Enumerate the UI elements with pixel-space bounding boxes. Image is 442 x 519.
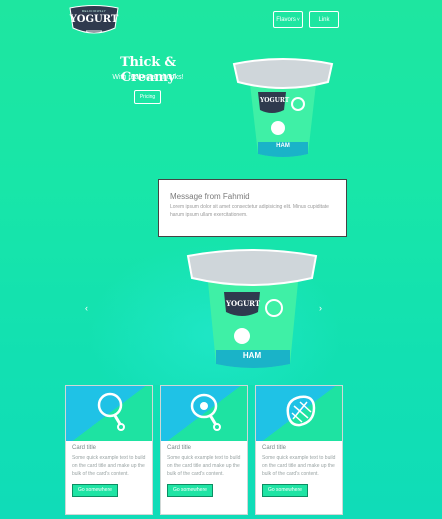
card-title: Card title xyxy=(167,445,192,451)
nav-flavors-label: Flavors xyxy=(276,16,296,23)
hero-yogurt-cup-image: YOGURT HAM xyxy=(228,54,338,160)
card-image xyxy=(66,386,152,441)
hero-cup-flavor: HAM xyxy=(276,143,290,149)
card-image xyxy=(161,386,247,441)
go-somewhere-button[interactable]: Go somewhere xyxy=(167,483,213,497)
carousel-yogurt-cup-image: YOGURT HAM xyxy=(182,242,322,372)
card-text: Some quick example text to build on the … xyxy=(262,455,336,477)
card-title: Card title xyxy=(262,445,287,451)
hero-subtitle: With real meat chunks! xyxy=(112,74,184,81)
pricing-button-label: Pricing xyxy=(139,94,156,100)
carousel-prev-button[interactable]: ‹ xyxy=(85,303,88,313)
brand-logo[interactable]: DELICIOUSLY YOGURT xyxy=(68,4,120,36)
card-drumstick: Card title Some quick example text to bu… xyxy=(65,385,153,515)
card-ham-leg: Card title Some quick example text to bu… xyxy=(160,385,248,515)
ham-leg-icon xyxy=(190,393,221,431)
card-image xyxy=(256,386,342,441)
card-text: Some quick example text to build on the … xyxy=(167,455,241,477)
nav-link[interactable]: Link xyxy=(309,11,339,28)
chevron-down-icon: ˅ xyxy=(296,16,300,23)
steak-icon xyxy=(286,395,316,427)
message-text: Lorem ipsum dolor sit amet consectetur a… xyxy=(170,204,329,218)
nav-link-label: Link xyxy=(318,16,330,23)
drumstick-icon xyxy=(97,392,125,431)
pricing-button[interactable]: Pricing xyxy=(134,90,161,104)
carousel-cup-flavor: HAM xyxy=(242,351,262,360)
go-somewhere-button[interactable]: Go somewhere xyxy=(262,483,308,497)
message-title: Message from Fahmid xyxy=(170,192,250,201)
card-text: Some quick example text to build on the … xyxy=(72,455,146,477)
message-card: Message from Fahmid Lorem ipsum dolor si… xyxy=(158,179,347,237)
logo-wordmark: YOGURT xyxy=(69,14,119,25)
logo-tagline: DELICIOUSLY xyxy=(81,9,107,13)
card-steak: Card title Some quick example text to bu… xyxy=(255,385,343,515)
nav-flavors-dropdown[interactable]: Flavors ˅ xyxy=(273,11,303,28)
card-title: Card title xyxy=(72,445,97,451)
hero-cup-brand: YOGURT xyxy=(260,97,290,104)
carousel-cup-brand: YOGURT xyxy=(226,299,261,308)
go-somewhere-button[interactable]: Go somewhere xyxy=(72,483,118,497)
